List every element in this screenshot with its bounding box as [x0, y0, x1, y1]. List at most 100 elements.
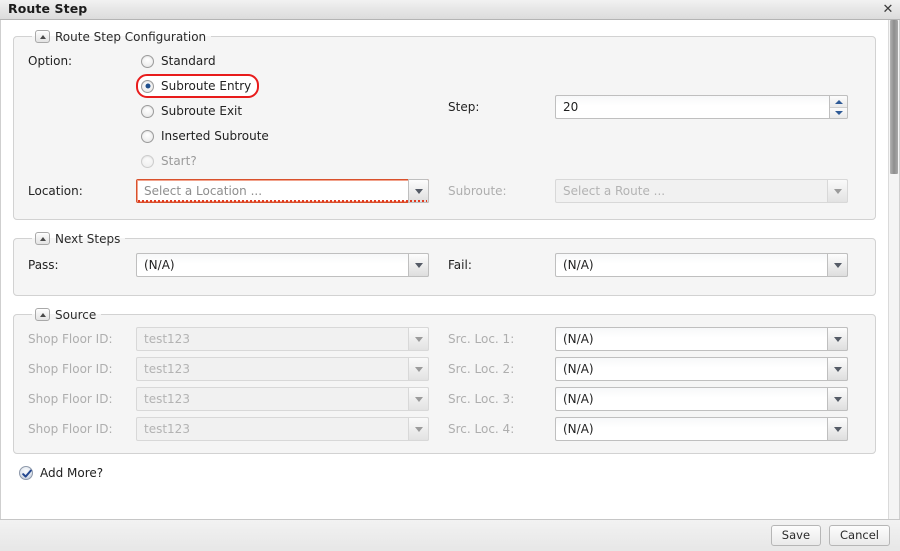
collapse-toggle-config-icon[interactable] [35, 30, 50, 43]
radio-icon-standard [141, 54, 154, 68]
option-label: Option: [28, 54, 73, 68]
route-step-dialog: Route Step ✕ Route Step Configuration Op… [0, 0, 900, 551]
src-loc-value-2: (N/A) [563, 363, 594, 375]
src-loc-value-1: (N/A) [563, 333, 594, 345]
collapse-toggle-source-icon[interactable] [35, 308, 50, 321]
radio-label-subroute-exit: Subroute Exit [161, 104, 243, 118]
section-route-step-configuration: Route Step Configuration Option: Standar… [13, 30, 876, 220]
source-row: Shop Floor ID: test123 Src. Loc. 2: (N/A… [28, 357, 861, 381]
radio-label-standard: Standard [161, 54, 216, 68]
vertical-scrollbar[interactable] [888, 20, 899, 519]
fail-select[interactable]: (N/A) [555, 253, 848, 277]
section-title-next-steps: Next Steps [55, 231, 121, 246]
pass-label: Pass: [28, 258, 59, 272]
shop-floor-id-label-4: Shop Floor ID: [28, 422, 113, 436]
source-row: Shop Floor ID: test123 Src. Loc. 4: (N/A… [28, 417, 861, 441]
src-loc-chevron-down-icon-3[interactable] [827, 387, 848, 411]
source-row: Shop Floor ID: test123 Src. Loc. 3: (N/A… [28, 387, 861, 411]
checkmark-circle-icon [19, 466, 33, 480]
section-title-config: Route Step Configuration [55, 29, 207, 44]
shop-floor-id-select-3: test123 [136, 387, 429, 411]
source-row: Shop Floor ID: test123 Src. Loc. 1: (N/A… [28, 327, 861, 351]
fail-label: Fail: [448, 258, 472, 272]
src-loc-select-4[interactable]: (N/A) [555, 417, 848, 441]
radio-icon-subroute-exit [141, 104, 154, 118]
step-spinner-down-icon[interactable] [830, 107, 847, 118]
radio-label-inserted-subroute: Inserted Subroute [161, 129, 269, 143]
radio-option-standard[interactable]: Standard [136, 49, 224, 73]
radio-icon-subroute-entry [141, 79, 154, 93]
subroute-select: Select a Route ... [555, 179, 848, 203]
shop-floor-id-value-4: test123 [144, 423, 190, 435]
close-icon[interactable]: ✕ [881, 3, 895, 17]
dialog-footer: Save Cancel [0, 519, 900, 551]
shop-floor-id-value-1: test123 [144, 333, 190, 345]
dialog-body: Route Step Configuration Option: Standar… [0, 20, 900, 519]
src-loc-label-4: Src. Loc. 4: [448, 422, 515, 436]
subroute-value: Select a Route ... [563, 185, 666, 197]
step-value: 20 [563, 101, 579, 113]
step-input[interactable]: 20 [555, 95, 848, 119]
fail-value: (N/A) [563, 259, 594, 271]
shop-floor-id-chevron-down-icon-2 [408, 357, 429, 381]
radio-option-inserted-subroute[interactable]: Inserted Subroute [136, 124, 277, 148]
add-more-label: Add More? [40, 466, 104, 480]
shop-floor-id-label-1: Shop Floor ID: [28, 332, 113, 346]
radio-option-subroute-exit[interactable]: Subroute Exit [136, 99, 250, 123]
step-spinner[interactable] [829, 95, 848, 119]
shop-floor-id-chevron-down-icon-4 [408, 417, 429, 441]
add-more-checkbox[interactable]: Add More? [19, 466, 103, 480]
section-source: Source Shop Floor ID: test123 Src. Loc. … [13, 308, 876, 454]
location-select[interactable]: Select a Location ... [136, 179, 429, 203]
radio-icon-inserted-subroute [141, 129, 154, 143]
section-title-source: Source [55, 307, 97, 322]
step-spinner-up-icon[interactable] [830, 96, 847, 107]
section-legend-config: Route Step Configuration [32, 30, 211, 43]
location-chevron-down-icon[interactable] [408, 179, 429, 203]
location-label: Location: [28, 184, 83, 198]
src-loc-select-1[interactable]: (N/A) [555, 327, 848, 351]
src-loc-select-3[interactable]: (N/A) [555, 387, 848, 411]
shop-floor-id-chevron-down-icon-1 [408, 327, 429, 351]
radio-icon-start [141, 154, 154, 168]
save-button[interactable]: Save [770, 525, 822, 546]
title-bar: Route Step ✕ [0, 0, 900, 20]
scrollbar-thumb[interactable] [890, 20, 898, 174]
shop-floor-id-label-3: Shop Floor ID: [28, 392, 113, 406]
radio-label-subroute-entry: Subroute Entry [161, 79, 252, 93]
src-loc-value-4: (N/A) [563, 423, 594, 435]
section-legend-source: Source [32, 308, 101, 321]
shop-floor-id-select-4: test123 [136, 417, 429, 441]
fail-chevron-down-icon[interactable] [827, 253, 848, 277]
shop-floor-id-label-2: Shop Floor ID: [28, 362, 113, 376]
src-loc-chevron-down-icon-4[interactable] [827, 417, 848, 441]
subroute-chevron-down-icon [827, 179, 848, 203]
pass-select[interactable]: (N/A) [136, 253, 429, 277]
radio-label-start: Start? [161, 154, 197, 168]
option-radio-group: Standard Subroute Entry Subroute Exit In… [136, 49, 277, 173]
window-title: Route Step [8, 1, 88, 17]
shop-floor-id-select-2: test123 [136, 357, 429, 381]
dialog-content: Route Step Configuration Option: Standar… [1, 20, 888, 519]
src-loc-label-1: Src. Loc. 1: [448, 332, 515, 346]
step-label: Step: [448, 100, 480, 114]
cancel-button[interactable]: Cancel [829, 525, 890, 546]
shop-floor-id-select-1: test123 [136, 327, 429, 351]
shop-floor-id-value-2: test123 [144, 363, 190, 375]
src-loc-label-3: Src. Loc. 3: [448, 392, 515, 406]
src-loc-select-2[interactable]: (N/A) [555, 357, 848, 381]
src-loc-label-2: Src. Loc. 2: [448, 362, 515, 376]
subroute-label: Subroute: [448, 184, 507, 198]
pass-value: (N/A) [144, 259, 175, 271]
src-loc-value-3: (N/A) [563, 393, 594, 405]
src-loc-chevron-down-icon-2[interactable] [827, 357, 848, 381]
location-value: Select a Location ... [144, 185, 263, 197]
section-legend-next-steps: Next Steps [32, 232, 125, 245]
shop-floor-id-chevron-down-icon-3 [408, 387, 429, 411]
radio-option-subroute-entry[interactable]: Subroute Entry [136, 74, 260, 98]
section-next-steps: Next Steps Pass: (N/A) Fail: (N/A) [13, 232, 876, 296]
radio-option-start: Start? [136, 149, 205, 173]
collapse-toggle-next-steps-icon[interactable] [35, 232, 50, 245]
pass-chevron-down-icon[interactable] [408, 253, 429, 277]
src-loc-chevron-down-icon-1[interactable] [827, 327, 848, 351]
